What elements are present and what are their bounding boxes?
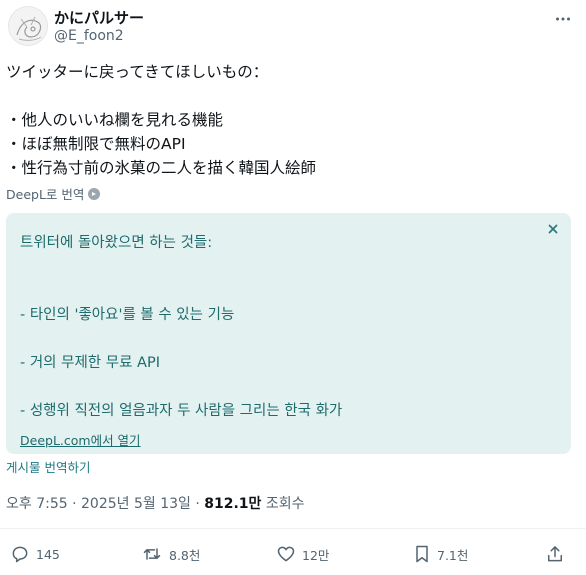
translation-panel: 트위터에 돌아왔으면 하는 것들: - 타인의 '좋아요'를 볼 수 있는 기능…	[6, 213, 571, 454]
share-button[interactable]	[545, 540, 565, 568]
deepl-logo-icon	[88, 187, 101, 200]
like-count: 12만	[302, 547, 330, 563]
author-handle[interactable]: @E_foon2	[54, 28, 124, 44]
share-icon	[548, 546, 562, 562]
tweet-timestamp[interactable]: 오후 7:55 · 2025년 5월 13일 ·	[6, 496, 204, 512]
more-dots-icon	[556, 17, 570, 21]
bookmark-icon	[416, 545, 428, 563]
reply-icon	[12, 546, 28, 563]
tweet-header: かにパルサー @E_foon2	[8, 6, 578, 50]
avatar-sketch-image	[16, 16, 42, 41]
views-count: 812.1만	[204, 496, 262, 512]
divider	[0, 528, 586, 529]
deepl-translation-label: DeepL로 번역	[6, 184, 101, 203]
more-options-button[interactable]	[552, 8, 574, 30]
repost-count: 8.8천	[169, 547, 201, 563]
tweet-body-text: ツイッターに戻ってきてほしいもの： ・他人のいいね欄を見れる機能 ・ほぼ無制限で…	[6, 63, 317, 177]
bookmark-count: 7.1천	[437, 547, 469, 563]
deepl-translation-text: DeepL로 번역	[6, 187, 85, 202]
close-translation-button[interactable]	[545, 221, 561, 237]
views-label: 조회수	[261, 496, 305, 512]
tweet-meta: 오후 7:55 · 2025년 5월 13일 · 812.1만 조회수	[6, 493, 305, 513]
translation-text: 트위터에 돌아왔으면 하는 것들: - 타인의 '좋아요'를 볼 수 있는 기능…	[20, 235, 343, 419]
author-display-name[interactable]: かにパルサー	[54, 7, 144, 28]
avatar[interactable]	[8, 6, 48, 46]
close-icon	[548, 224, 558, 234]
heart-icon	[277, 546, 295, 562]
repost-icon	[143, 548, 161, 560]
reply-count: 145	[36, 546, 60, 562]
bookmark-button[interactable]: 7.1천	[413, 540, 468, 568]
like-button[interactable]: 12만	[276, 540, 329, 568]
reply-button[interactable]: 145	[10, 540, 60, 568]
action-bar: 145 8.8천 12만 7.1천	[0, 540, 586, 568]
open-in-deepl-link[interactable]: DeepL.com에서 열기	[20, 430, 141, 449]
translate-post-link[interactable]: 게시물 번역하기	[6, 457, 90, 476]
repost-button[interactable]: 8.8천	[141, 540, 200, 568]
